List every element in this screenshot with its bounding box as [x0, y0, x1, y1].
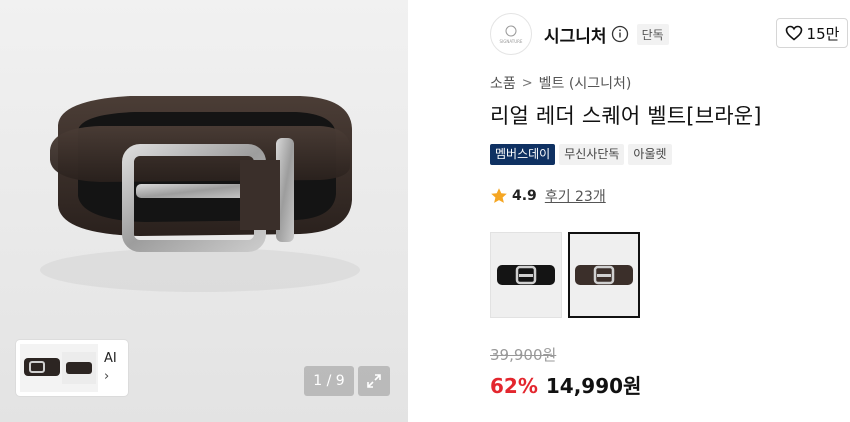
black-belt-thumbnail [493, 235, 559, 315]
star-icon [491, 188, 507, 203]
price-row: 62% 14,990원 [490, 370, 641, 399]
breadcrumb-item-category[interactable]: 소품 [490, 73, 516, 93]
badge-outlet: 아울렛 [628, 144, 672, 165]
product-gallery[interactable]: AI › 1 / 9 [0, 0, 408, 422]
logo-wordmark: SIGNATURE [500, 39, 523, 44]
thumbnail-belts-icon [20, 344, 98, 392]
breadcrumb: 소품 > 벨트 (시그니처) [490, 73, 631, 93]
product-info: SIGNATURE 시그니처 단독 15만 소품 > 벨트 (시그니처) 리얼 … [490, 0, 850, 422]
badge-list: 멤버스데이 무신사단독 아울렛 [490, 144, 672, 165]
expand-button[interactable] [358, 366, 390, 396]
image-counter: 1 / 9 [304, 366, 354, 396]
brand-row: SIGNATURE 시그니처 단독 15만 [490, 12, 850, 56]
breadcrumb-item-subcategory[interactable]: 벨트 (시그니처) [539, 73, 632, 93]
product-title: 리얼 레더 스퀘어 벨트[브라운] [490, 104, 762, 128]
option-brown-belt[interactable] [568, 232, 640, 318]
heart-icon [785, 25, 802, 41]
badge-musinsa-exclusive: 무신사단독 [559, 144, 625, 165]
brown-belt-thumbnail [571, 235, 637, 315]
sale-price: 14,990원 [545, 374, 642, 398]
signature-logo-icon: SIGNATURE [500, 25, 523, 44]
exclusive-tag: 단독 [636, 23, 669, 45]
badge-membersday: 멤버스데이 [490, 144, 556, 165]
brand-name[interactable]: 시그니처 [544, 22, 607, 47]
option-black-belt[interactable] [490, 232, 562, 318]
rating-row: 4.9 후기 23개 [490, 186, 606, 206]
discount-rate: 62% [490, 374, 538, 398]
chevron-right-icon: › [104, 369, 110, 384]
ai-thumbnail-strip[interactable]: AI › [16, 340, 128, 396]
info-icon[interactable] [611, 25, 629, 43]
review-count-link[interactable]: 후기 23개 [545, 186, 606, 206]
like-button[interactable]: 15만 [776, 18, 848, 48]
rating-score: 4.9 [512, 188, 537, 204]
color-options [490, 232, 640, 318]
expand-icon [367, 374, 381, 388]
original-price: 39,900원 [490, 346, 557, 364]
chevron-right-icon: > [521, 75, 533, 91]
ai-label: AI [104, 351, 117, 366]
brand-logo[interactable]: SIGNATURE [490, 13, 532, 55]
like-count: 15만 [806, 24, 840, 43]
